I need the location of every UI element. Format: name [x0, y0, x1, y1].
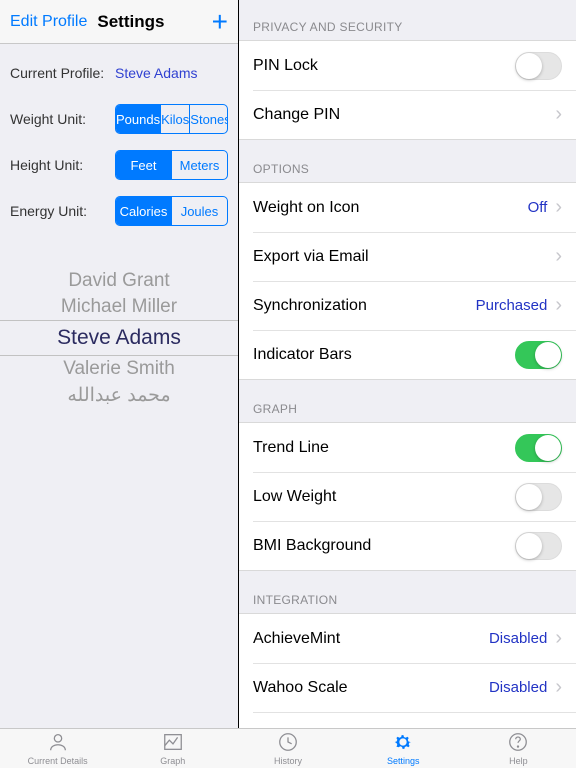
weight-unit-label: Weight Unit:	[10, 111, 115, 127]
right-pane: PRIVACY AND SECURITYPIN LockChange PIN›O…	[239, 0, 576, 728]
left-title: Settings	[97, 12, 164, 32]
cell-label: Synchronization	[253, 297, 476, 315]
settings-cell[interactable]: Low Weight	[239, 472, 576, 521]
profile-picker-row[interactable]: محمد عبدالله	[0, 382, 238, 409]
tab-help[interactable]: Help	[461, 729, 576, 768]
cell-label: Trend Line	[253, 439, 515, 457]
chevron-right-icon: ›	[555, 196, 562, 219]
clock-icon	[277, 731, 299, 755]
segment-option[interactable]: Stones	[190, 105, 228, 133]
left-navbar: Edit Profile Settings +	[0, 0, 238, 44]
segment-option[interactable]: Meters	[172, 151, 227, 179]
add-button[interactable]: +	[212, 8, 228, 36]
cell-label: AchieveMint	[253, 630, 489, 648]
profile-picker-row[interactable]: David Grant	[0, 268, 238, 294]
weight-unit-segment[interactable]: PoundsKilosStones	[115, 104, 228, 134]
section-header: INTEGRATION	[239, 571, 576, 613]
settings-cell[interactable]: AchieveMintDisabled ›	[239, 614, 576, 663]
chevron-right-icon: ›	[555, 245, 562, 268]
current-profile-label: Current Profile:	[10, 65, 115, 81]
cell-label: Export via Email	[253, 248, 555, 266]
help-icon	[507, 731, 529, 755]
segment-option[interactable]: Kilos	[161, 105, 190, 133]
tab-label: History	[274, 756, 302, 766]
left-pane: Edit Profile Settings + Current Profile:…	[0, 0, 239, 728]
cell-value: Disabled	[489, 679, 547, 696]
cell-value: Purchased	[476, 297, 548, 314]
chevron-right-icon: ›	[555, 627, 562, 650]
cell-label: Low Weight	[253, 488, 515, 506]
segment-option[interactable]: Joules	[172, 197, 227, 225]
height-unit-label: Height Unit:	[10, 157, 115, 173]
edit-profile-button[interactable]: Edit Profile	[10, 13, 87, 31]
settings-cell[interactable]: PIN Lock	[239, 41, 576, 90]
height-unit-segment[interactable]: FeetMeters	[115, 150, 228, 180]
energy-unit-segment[interactable]: CaloriesJoules	[115, 196, 228, 226]
cell-label: PIN Lock	[253, 57, 515, 75]
cell-label: Wahoo Scale	[253, 679, 489, 697]
toggle-switch[interactable]	[515, 532, 562, 560]
toggle-switch[interactable]	[515, 434, 562, 462]
tab-history[interactable]: History	[230, 729, 345, 768]
tab-bar: Current Details Graph History Settings Help	[0, 728, 576, 768]
energy-unit-label: Energy Unit:	[10, 203, 115, 219]
cell-value: Off	[528, 199, 548, 216]
graph-icon	[162, 731, 184, 755]
section-header: OPTIONS	[239, 140, 576, 182]
settings-cell[interactable]: SynchronizationPurchased ›	[239, 281, 576, 330]
profile-picker-row[interactable]: Steve Adams	[0, 320, 238, 356]
chevron-right-icon: ›	[555, 676, 562, 699]
toggle-switch[interactable]	[515, 52, 562, 80]
person-icon	[47, 731, 69, 755]
settings-cell[interactable]: Wahoo ScaleDisabled ›	[239, 663, 576, 712]
segment-option[interactable]: Pounds	[116, 105, 161, 133]
tab-current-details[interactable]: Current Details	[0, 729, 115, 768]
cell-value: Disabled	[489, 630, 547, 647]
settings-cell[interactable]: Trend Line	[239, 423, 576, 472]
toggle-switch[interactable]	[515, 341, 562, 369]
tab-label: Settings	[387, 756, 420, 766]
tab-settings[interactable]: Settings	[346, 729, 461, 768]
segment-option[interactable]: Feet	[116, 151, 172, 179]
chevron-right-icon: ›	[555, 294, 562, 317]
cell-label: BMI Background	[253, 537, 515, 555]
cell-label: Indicator Bars	[253, 346, 515, 364]
settings-form: Current Profile: Steve Adams Weight Unit…	[0, 44, 238, 248]
segment-option[interactable]: Calories	[116, 197, 172, 225]
chevron-right-icon: ›	[555, 103, 562, 126]
tab-graph[interactable]: Graph	[115, 729, 230, 768]
section-header: GRAPH	[239, 380, 576, 422]
profile-picker[interactable]: David GrantMichael MillerSteve AdamsVale…	[0, 268, 238, 409]
toggle-switch[interactable]	[515, 483, 562, 511]
gear-icon	[392, 731, 414, 755]
cell-label: Change PIN	[253, 106, 555, 124]
settings-cell[interactable]: BMI Background	[239, 521, 576, 570]
settings-cell[interactable]: Withings ScaleDisabled›	[239, 712, 576, 728]
settings-cell[interactable]: Weight on IconOff ›	[239, 183, 576, 232]
tab-label: Current Details	[28, 756, 88, 766]
profile-picker-row[interactable]: Michael Miller	[0, 294, 238, 320]
tab-label: Graph	[160, 756, 185, 766]
profile-picker-row[interactable]: Valerie Smith	[0, 356, 238, 382]
settings-cell[interactable]: Change PIN›	[239, 90, 576, 139]
section-header: PRIVACY AND SECURITY	[239, 0, 576, 40]
settings-cell[interactable]: Indicator Bars	[239, 330, 576, 379]
cell-label: Weight on Icon	[253, 199, 528, 217]
tab-label: Help	[509, 756, 528, 766]
settings-cell[interactable]: Export via Email›	[239, 232, 576, 281]
current-profile-value: Steve Adams	[115, 65, 198, 81]
